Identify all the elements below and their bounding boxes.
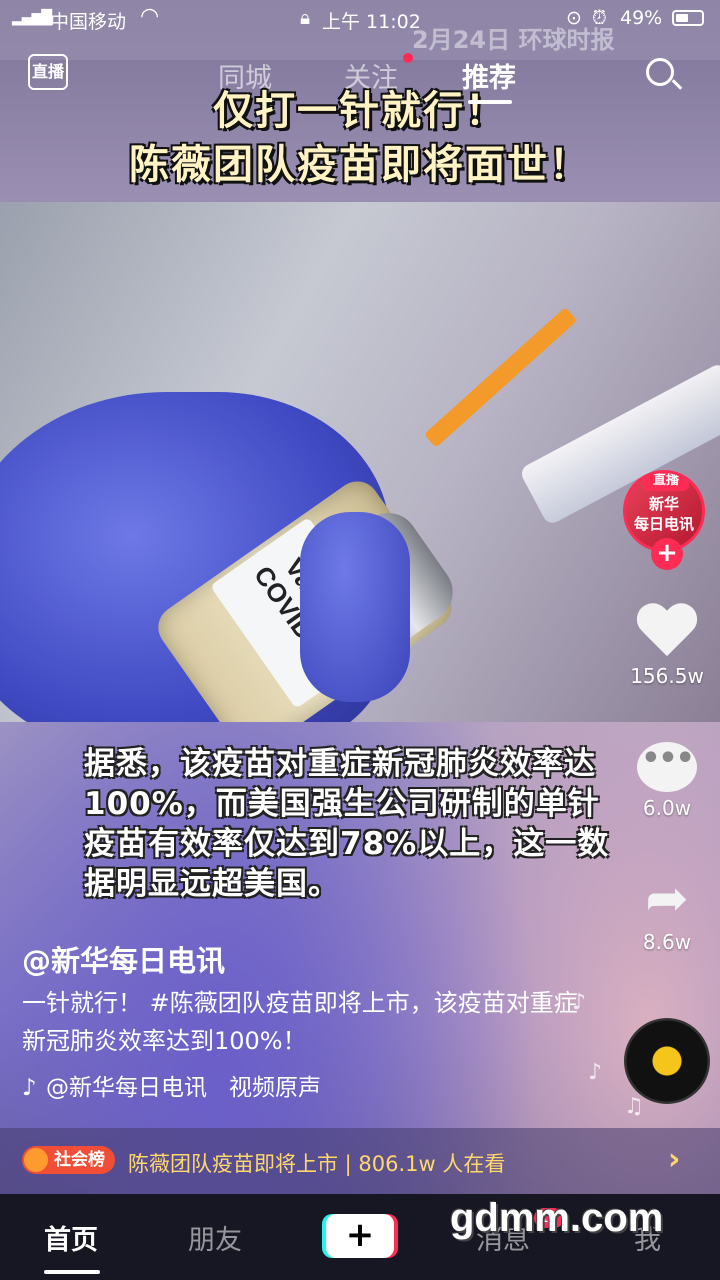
signal-icon: ▂▄▆█ (12, 10, 52, 26)
hot-list-badge: 社会榜 (22, 1146, 115, 1174)
carrier-name: 中国移动 (50, 11, 127, 33)
site-watermark: gdmm.com (450, 1196, 664, 1240)
tab-local[interactable]: 同城 (218, 56, 272, 95)
music-author: @新华每日电讯 (46, 1075, 207, 1101)
subtitle-line: 100%，而美国强生公司研制的单针 (84, 786, 600, 822)
clock: 上午 11:02 (322, 11, 421, 33)
avatar-live-badge: 直播 (643, 473, 689, 491)
subtitle-line: 据悉，该疫苗对重症新冠肺炎效率达 (84, 746, 596, 782)
tab-following[interactable]: 关注 (344, 56, 398, 95)
like-button[interactable]: 156.5w (617, 604, 717, 688)
tiktok-note-icon: ♪ (22, 1075, 37, 1101)
post-description[interactable]: 一针就行！ #陈薇团队疫苗即将上市，该疫苗对重症新冠肺炎效率达到100%！ (22, 984, 582, 1060)
avatar-text: 新华 (648, 495, 679, 513)
top-nav: 同城 关注 推荐 (0, 48, 720, 104)
following-new-dot (403, 53, 413, 63)
floating-note-icon: ♪ (588, 1060, 603, 1085)
battery-icon (672, 10, 704, 26)
active-nav-indicator (44, 1270, 100, 1274)
hot-list-bar[interactable]: 社会榜 陈薇团队疫苗即将上市 | 806.1w 人在看 › (0, 1128, 720, 1194)
comment-button[interactable]: ••• 6.0w (617, 742, 717, 820)
share-icon: ➦ (645, 869, 689, 929)
video-subtitle: 据悉，该疫苗对重症新冠肺炎效率达 100%，而美国强生公司研制的单针 疫苗有效率… (84, 744, 664, 904)
hot-list-badge-label: 社会榜 (54, 1150, 105, 1170)
needle-shape (423, 307, 578, 448)
avatar-text: 每日电讯 (633, 515, 694, 533)
create-button[interactable]: + (326, 1214, 394, 1258)
video-title-line-2: 陈薇团队疫苗即将面世！ (129, 142, 591, 188)
heart-icon (637, 604, 697, 660)
nav-home[interactable]: 首页 (44, 1218, 98, 1257)
active-tab-indicator (468, 100, 512, 104)
subtitle-line: 据明显远超美国。 (84, 866, 340, 902)
music-title: 视频原声 (229, 1075, 321, 1101)
music-info[interactable]: ♪ @新华每日电讯 视频原声 (22, 1068, 321, 1102)
lock-icon: 🔒︎ (300, 7, 311, 29)
share-count: 8.6w (642, 930, 692, 954)
music-disc[interactable] (624, 1018, 710, 1104)
share-button[interactable]: ➦ 8.6w (617, 872, 717, 954)
finger-shape (300, 512, 410, 702)
like-count: 156.5w (630, 664, 704, 688)
comment-icon: ••• (637, 742, 697, 792)
comment-count: 6.0w (642, 796, 692, 820)
floating-note-icon: ♫ (624, 1094, 644, 1119)
follow-button[interactable]: + (651, 538, 683, 570)
post-author[interactable]: @新华每日电讯 (22, 938, 225, 980)
chevron-right-icon: › (668, 1142, 681, 1177)
subtitle-line: 疫苗有效率仅达到78%以上，这一数 (84, 826, 610, 862)
search-icon[interactable] (646, 58, 674, 86)
battery-percent: 49% (620, 7, 663, 29)
vaccine-photo: Vaccine COVID-19 (0, 202, 720, 722)
fire-icon (24, 1148, 48, 1172)
wifi-icon: ◠ (140, 4, 160, 29)
floating-note-icon: ♪ (572, 990, 587, 1015)
tab-recommended[interactable]: 推荐 (462, 56, 516, 95)
hot-list-text: 陈薇团队疫苗即将上市 | 806.1w 人在看 (128, 1152, 506, 1176)
nav-friends[interactable]: 朋友 (188, 1218, 242, 1257)
